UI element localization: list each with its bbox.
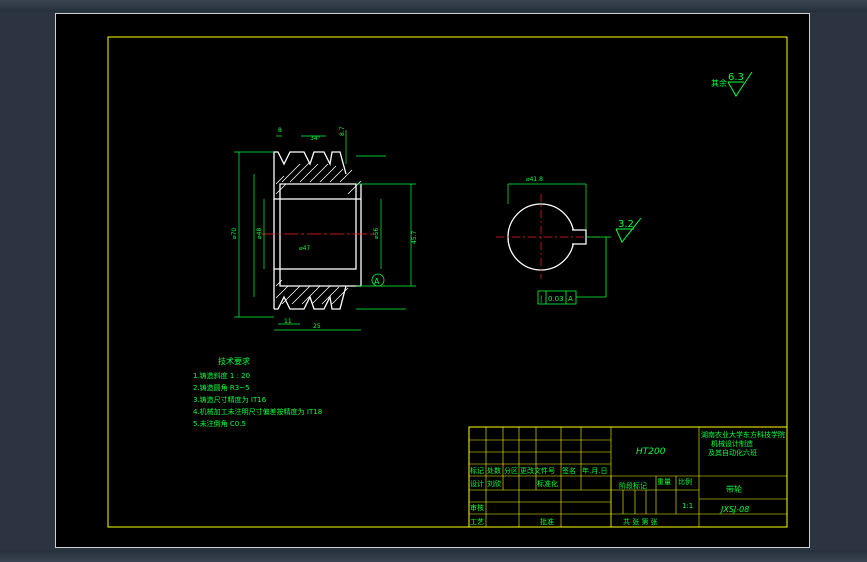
datum-label: A [374,277,380,286]
roughness-general-label: 其余 [711,78,727,88]
tech-req-item: 2.铸造圆角 R3~5 [193,383,250,392]
tb-label-mark: 标记 [470,466,484,475]
dim-groove-pitch: 11 [284,318,292,325]
tb-label-weight: 重量 [657,478,671,486]
tb-label-stage-mark: 阶段标记 [619,481,647,490]
tb-label-design: 设计 [470,479,484,488]
tb-label-scale: 比例 [678,477,692,486]
pulley-section-view [261,151,406,310]
tb-drawing-number: JXSJ-08 [719,505,749,514]
tb-material: HT200 [636,447,666,457]
dim-hub: ⌀56 [373,228,380,239]
tb-sheet-info: 共 张 第 张 [623,517,658,526]
tb-label-signature: 签名 [562,466,576,475]
tb-institution-line: 湖南农业大学东方科技学院 [701,430,785,439]
dim-width-top: 8 [278,127,282,134]
drawing-canvas: 其余 6.3 8 34° 8.7 ⌀70 ⌀48 ⌀56 45.7 ⌀47 25… [107,36,788,528]
tb-scale: 1:1 [682,502,693,510]
dimension-lines: 8 34° 8.7 ⌀70 ⌀48 ⌀56 45.7 ⌀47 25 11 A [231,126,418,331]
tb-institution-line: 机械设计制造 [711,439,753,448]
window-bezel-top [0,0,867,12]
tech-req-item: 5.未注倒角 C0.5 [193,419,246,428]
tech-req-title: 技术要求 [218,356,250,366]
dim-keyway: ⌀41.8 [526,176,543,183]
dim-od: ⌀70 [231,228,238,239]
dim-bore-depth: ⌀48 [256,228,263,239]
tolerance-symbol: | [540,295,542,303]
tb-label-standardize: 标准化 [537,479,558,488]
tb-institution-line: 及其自动化六班 [708,448,757,457]
tech-req-item: 3.铸造尺寸精度为 IT16 [193,395,267,404]
dim-angle: 34° [310,135,321,142]
tech-req-item: 1.铸造斜度 1 : 20 [193,371,250,380]
title-block: 标记 处数 分区 更改文件号 签名 年.月.日 设计 刘欣 标准化 审核 工艺 … [468,426,788,528]
tb-label-date: 年.月.日 [582,466,607,475]
roughness-general-symbol: 其余 6.3 [711,71,753,97]
dim-width-bottom: 25 [313,323,321,330]
pulley-side-view: ⌀41.8 3.2 | 0.03 A [496,176,642,305]
roughness-general-value: 6.3 [728,72,744,83]
dim-groove-depth: 8.7 [339,126,346,136]
tb-label-approve: 批准 [540,517,554,526]
drawing-frame [107,36,788,528]
tech-req-item: 4.机械加工未注明尺寸偏差按精度为 IT18 [193,407,322,416]
roughness-bore-value: 3.2 [618,219,634,230]
drawing-sheet: 其余 6.3 8 34° 8.7 ⌀70 ⌀48 ⌀56 45.7 ⌀47 25… [55,13,810,548]
tb-design-person: 刘欣 [487,479,501,488]
tolerance-datum: A [568,295,573,303]
tb-label-count: 处数 [487,466,501,475]
window-bezel-bottom [0,550,867,562]
tb-label-zone: 分区 [504,466,518,475]
tolerance-value: 0.03 [548,295,564,303]
tech-requirements: 技术要求 1.铸造斜度 1 : 20 2.铸造圆角 R3~5 3.铸造尺寸精度为… [193,356,322,428]
tb-label-review: 审核 [470,503,484,512]
tb-label-change-doc: 更改文件号 [520,466,555,475]
dim-hub-len: 45.7 [411,230,418,244]
dim-bore-label: ⌀47 [299,245,310,252]
tb-part-name: 带轮 [726,484,742,494]
tb-label-process: 工艺 [470,518,484,526]
